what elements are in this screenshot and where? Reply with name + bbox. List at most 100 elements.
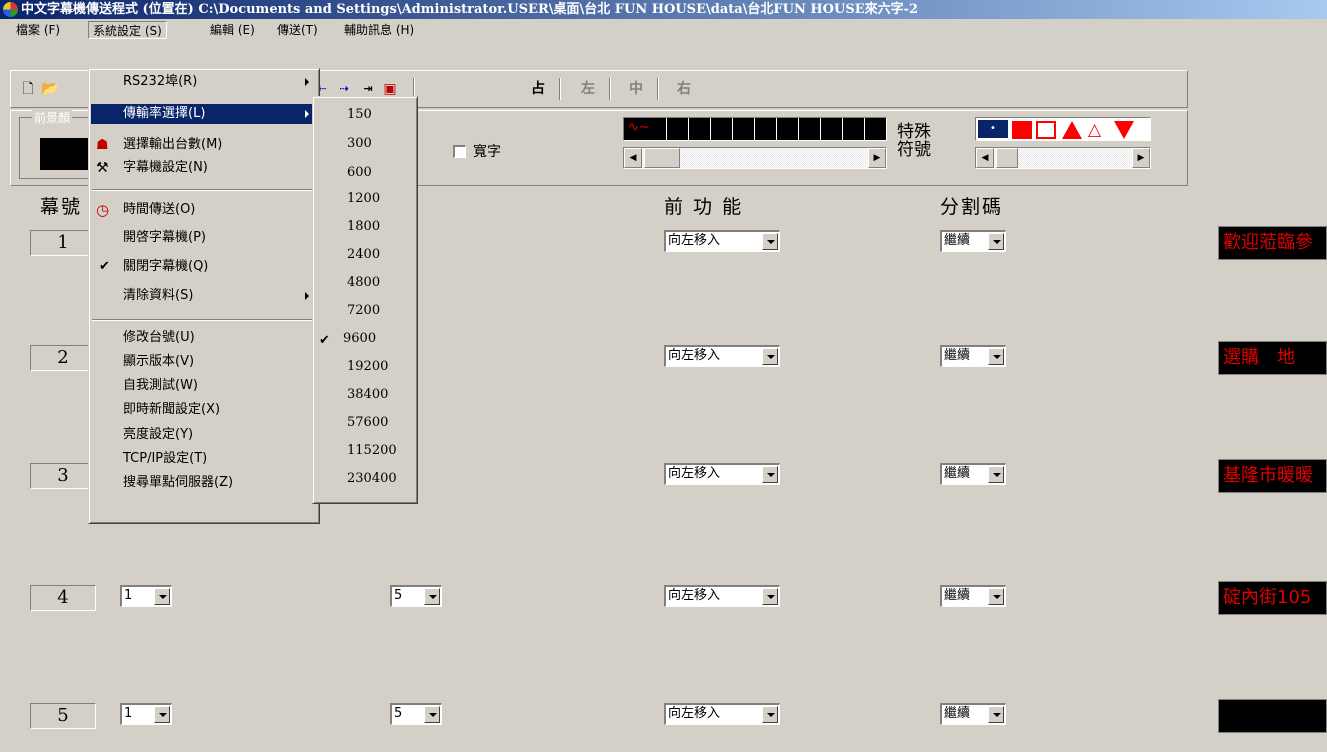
symbol-hollow-triangle-icon[interactable]: △ <box>1088 121 1108 139</box>
baud-option[interactable]: 4800 <box>347 273 380 293</box>
chevron-down-icon[interactable] <box>988 348 1004 365</box>
col2-select[interactable]: 5 <box>390 703 442 725</box>
chevron-right-icon <box>305 78 309 86</box>
menu-item-live-news[interactable]: 即時新聞設定(X) <box>91 400 317 420</box>
split-code-select[interactable]: 繼續 <box>940 345 1006 367</box>
symbol-strip[interactable]: • △ <box>975 117 1151 141</box>
chevron-down-icon[interactable] <box>762 233 778 250</box>
baud-option[interactable]: 230400 <box>347 469 397 489</box>
symbol-scroll-right-button[interactable]: ▶ <box>1132 148 1150 168</box>
menu-send[interactable]: 傳送(T) <box>273 21 322 39</box>
split-code-select[interactable]: 繼續 <box>940 585 1006 607</box>
col1-select[interactable]: 1 <box>120 703 172 725</box>
menu-item-brightness[interactable]: 亮度設定(Y) <box>91 425 317 445</box>
baud-option[interactable]: 7200 <box>347 301 380 321</box>
baud-option[interactable]: 2400 <box>347 245 380 265</box>
menu-item-time-send[interactable]: ◷ 時間傳送(O) <box>91 200 317 220</box>
baud-option[interactable]: 150 <box>347 105 372 125</box>
front-function-select[interactable]: 向左移入 <box>664 230 780 252</box>
new-file-icon[interactable]: 🗋 <box>17 78 39 100</box>
baud-option[interactable]: 1200 <box>347 189 380 209</box>
baud-option[interactable]: 600 <box>347 163 372 183</box>
front-color-label: 前景顏 <box>32 109 73 126</box>
chevron-down-icon[interactable] <box>988 588 1004 605</box>
split-code-select[interactable]: 繼續 <box>940 463 1006 485</box>
wide-char-checkbox[interactable] <box>453 145 466 158</box>
chevron-down-icon[interactable] <box>424 588 440 605</box>
menu-item-marquee-settings[interactable]: ⚒ 字幕機設定(N) <box>91 158 317 178</box>
menu-item-rs232-port[interactable]: RS232埠(R) <box>91 72 317 92</box>
baud-option-selected[interactable]: 9600 <box>343 329 376 349</box>
menu-file[interactable]: 檔案 (F) <box>12 21 64 39</box>
menu-item-search-server[interactable]: 搜尋單點伺服器(Z) <box>91 473 317 493</box>
menu-system-settings[interactable]: 系統設定 (S) <box>88 21 167 39</box>
col2-select[interactable]: 5 <box>390 585 442 607</box>
baud-option[interactable]: 19200 <box>347 357 388 377</box>
chevron-down-icon[interactable] <box>988 706 1004 723</box>
baud-option[interactable]: 38400 <box>347 385 388 405</box>
chevron-down-icon[interactable] <box>762 588 778 605</box>
baud-option[interactable]: 115200 <box>347 441 397 461</box>
baud-option[interactable]: 57600 <box>347 413 388 433</box>
menu-item-self-test[interactable]: 自我測試(W) <box>91 376 317 396</box>
chevron-down-icon[interactable] <box>762 466 778 483</box>
symbol-hollow-square-icon[interactable] <box>1036 121 1056 139</box>
chevron-down-icon[interactable] <box>762 706 778 723</box>
menu-item-output-count[interactable]: ☗ 選擇輸出台數(M) <box>91 135 317 155</box>
symbol-down-triangle-icon[interactable] <box>1114 121 1134 139</box>
effect-strip[interactable]: ∿∼ <box>623 117 887 141</box>
chevron-right-icon <box>305 292 309 300</box>
align-center-button[interactable]: 中 <box>625 78 647 100</box>
baud-option[interactable]: 300 <box>347 134 372 154</box>
symbol-scrollbar[interactable]: ◀ ▶ <box>975 147 1151 169</box>
open-folder-icon[interactable]: 📂 <box>39 78 61 100</box>
symbol-filled-triangle-icon[interactable] <box>1062 121 1082 139</box>
clock-icon: ◷ <box>96 201 110 219</box>
front-function-select[interactable]: 向左移入 <box>664 703 780 725</box>
chevron-right-icon <box>305 110 309 118</box>
front-function-select[interactable]: 向左移入 <box>664 463 780 485</box>
row-number: 5 <box>30 703 96 729</box>
align-full-button[interactable]: 占 <box>527 78 549 100</box>
scroll-right-button[interactable]: ▶ <box>868 148 886 168</box>
front-function-select[interactable]: 向左移入 <box>664 345 780 367</box>
menu-item-open-marquee[interactable]: 開啓字幕機(P) <box>91 228 317 248</box>
menu-item-tcp-ip[interactable]: TCP/IP設定(T) <box>91 449 317 469</box>
led-preview: 歡迎蒞臨參 <box>1218 226 1327 260</box>
symbol-scroll-thumb[interactable] <box>996 148 1018 168</box>
menu-help[interactable]: 輔助訊息 (H) <box>340 21 418 39</box>
split-code-select[interactable]: 繼續 <box>940 230 1006 252</box>
symbol-filled-square-icon[interactable] <box>1012 121 1032 139</box>
col1-select[interactable]: 1 <box>120 585 172 607</box>
chevron-down-icon[interactable] <box>154 706 170 723</box>
effect-scrollbar[interactable]: ◀ ▶ <box>623 147 887 169</box>
chevron-down-icon[interactable] <box>424 706 440 723</box>
led-preview: 基隆市暖暖 <box>1218 459 1327 493</box>
scroll-left-button[interactable]: ◀ <box>624 148 642 168</box>
align-left-button[interactable]: 左 <box>577 78 599 100</box>
align-right-button[interactable]: 右 <box>673 78 695 100</box>
front-color-swatch[interactable] <box>40 138 88 170</box>
menu-edit[interactable]: 編輯 (E) <box>206 21 259 39</box>
split-code-select[interactable]: 繼續 <box>940 703 1006 725</box>
effect-wave-icon: ∿∼ <box>628 120 650 135</box>
front-function-select[interactable]: 向左移入 <box>664 585 780 607</box>
chevron-down-icon[interactable] <box>988 466 1004 483</box>
chevron-down-icon[interactable] <box>154 588 170 605</box>
row-number: 4 <box>30 585 96 611</box>
row-number: 1 <box>30 230 96 256</box>
baud-option[interactable]: 1800 <box>347 217 380 237</box>
menu-item-baud-rate[interactable]: 傳輸率選擇(L) <box>91 104 317 124</box>
menu-item-edit-station[interactable]: 修改台號(U) <box>91 328 317 348</box>
symbol-scroll-left-button[interactable]: ◀ <box>976 148 994 168</box>
chevron-down-icon[interactable] <box>988 233 1004 250</box>
symbol-dot-icon[interactable]: • <box>978 120 1008 138</box>
people-icon: ☗ <box>96 137 109 153</box>
header-front-function: 前 功 能 <box>664 196 744 218</box>
menu-item-show-version[interactable]: 顯示版本(V) <box>91 352 317 372</box>
chevron-down-icon[interactable] <box>762 348 778 365</box>
scroll-thumb[interactable] <box>644 148 680 168</box>
menu-item-close-marquee[interactable]: ✔ 關閉字幕機(Q) <box>91 257 317 277</box>
menu-bar: 檔案 (F) 系統設定 (S) 編輯 (E) 傳送(T) 輔助訊息 (H) <box>0 19 1327 41</box>
menu-item-clear-data[interactable]: 清除資料(S) <box>91 286 317 306</box>
